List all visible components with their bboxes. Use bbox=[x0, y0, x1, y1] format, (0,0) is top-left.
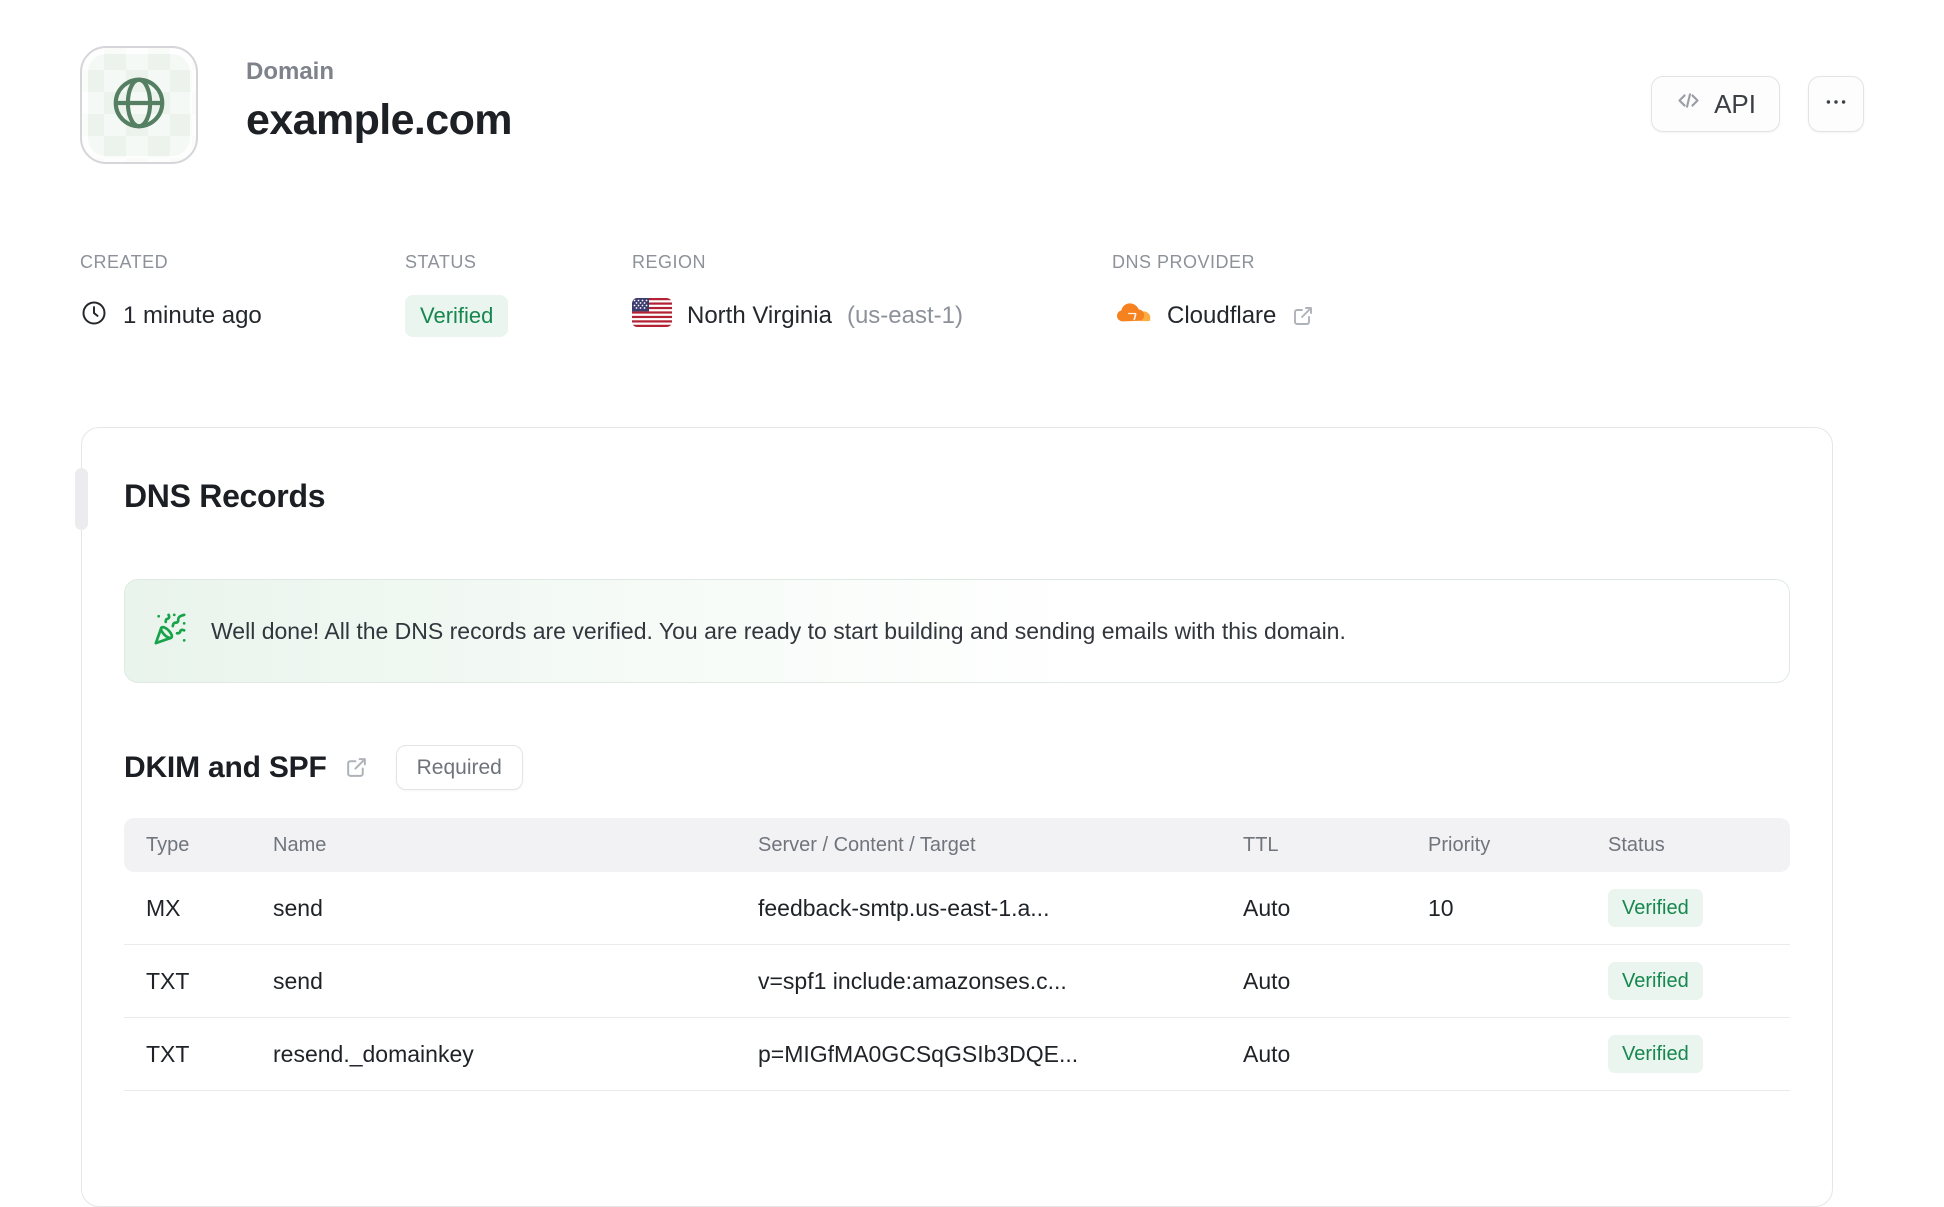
ellipsis-icon bbox=[1823, 89, 1849, 120]
created-value: 1 minute ago bbox=[123, 302, 262, 329]
cell-ttl: Auto bbox=[1243, 967, 1291, 994]
dns-table: Type Name Server / Content / Target TTL … bbox=[124, 818, 1790, 1091]
card-side-pill bbox=[75, 468, 88, 530]
dkim-spf-title: DKIM and SPF bbox=[124, 750, 327, 784]
region-code: (us-east-1) bbox=[846, 302, 963, 329]
dns-records-title: DNS Records bbox=[124, 478, 326, 514]
cloudflare-icon bbox=[1112, 299, 1152, 334]
api-button[interactable]: API bbox=[1651, 76, 1780, 132]
cell-priority: 10 bbox=[1428, 894, 1454, 921]
api-button-label: API bbox=[1714, 88, 1756, 119]
cell-name: resend._domainkey bbox=[273, 1040, 474, 1067]
page-title: example.com bbox=[246, 96, 512, 144]
cell-type: TXT bbox=[146, 1040, 190, 1067]
cell-name: send bbox=[273, 967, 323, 994]
col-header-status: Status bbox=[1608, 833, 1665, 856]
col-header-content: Server / Content / Target bbox=[758, 833, 976, 856]
status-badge: Verified bbox=[1608, 1035, 1703, 1073]
table-row: TXT send v=spf1 include:amazonses.c... A… bbox=[124, 945, 1790, 1018]
cell-content: feedback-smtp.us-east-1.a... bbox=[758, 894, 1050, 921]
page-eyebrow: Domain bbox=[246, 58, 335, 85]
col-header-name: Name bbox=[273, 833, 327, 856]
cell-type: TXT bbox=[146, 967, 190, 994]
success-banner: Well done! All the DNS records are verif… bbox=[124, 579, 1790, 683]
us-flag-icon bbox=[632, 298, 672, 334]
cell-type: MX bbox=[146, 894, 181, 921]
more-button[interactable] bbox=[1808, 76, 1864, 132]
status-badge: Verified bbox=[405, 295, 509, 337]
dns-provider-value: Cloudflare bbox=[1167, 302, 1277, 329]
page-header: Domain example.com API bbox=[0, 0, 1944, 164]
code-icon bbox=[1675, 87, 1702, 121]
dns-provider-label: DNS PROVIDER bbox=[1112, 252, 1256, 272]
col-header-priority: Priority bbox=[1428, 833, 1491, 856]
region-label: REGION bbox=[632, 252, 707, 272]
table-row: MX send feedback-smtp.us-east-1.a... Aut… bbox=[124, 872, 1790, 945]
cell-content: v=spf1 include:amazonses.c... bbox=[758, 967, 1067, 994]
dns-table-header: Type Name Server / Content / Target TTL … bbox=[124, 818, 1790, 872]
status-badge: Verified bbox=[1608, 889, 1703, 927]
clock-icon bbox=[80, 299, 108, 334]
col-header-type: Type bbox=[146, 833, 190, 856]
cell-ttl: Auto bbox=[1243, 1040, 1291, 1067]
banner-message: Well done! All the DNS records are verif… bbox=[211, 617, 1346, 644]
required-badge: Required bbox=[395, 745, 523, 790]
cell-name: send bbox=[273, 894, 323, 921]
status-badge: Verified bbox=[1608, 962, 1703, 1000]
cell-content: p=MIGfMA0GCSqGSIb3DQE... bbox=[758, 1040, 1079, 1067]
globe-icon bbox=[108, 72, 170, 139]
dkim-spf-section-head: DKIM and SPF Required bbox=[124, 745, 1790, 790]
party-popper-icon bbox=[153, 612, 187, 651]
cell-status: Verified bbox=[1608, 889, 1790, 927]
table-row: TXT resend._domainkey p=MIGfMA0GCSqGSIb3… bbox=[124, 1018, 1790, 1091]
meta-row: CREATED 1 minute ago STATUS Verified REG… bbox=[0, 252, 1944, 339]
col-header-ttl: TTL bbox=[1243, 833, 1279, 856]
dns-records-card: DNS Records Well done! All the DNS recor… bbox=[75, 427, 1833, 1207]
region-value: North Virginia bbox=[687, 302, 832, 329]
domain-avatar bbox=[80, 46, 198, 164]
external-link-icon[interactable] bbox=[344, 755, 369, 780]
cell-status: Verified bbox=[1608, 962, 1790, 1000]
external-link-icon[interactable] bbox=[1291, 304, 1315, 328]
status-label: STATUS bbox=[405, 252, 477, 272]
cell-ttl: Auto bbox=[1243, 894, 1291, 921]
cell-status: Verified bbox=[1608, 1035, 1790, 1073]
created-label: CREATED bbox=[80, 252, 169, 272]
